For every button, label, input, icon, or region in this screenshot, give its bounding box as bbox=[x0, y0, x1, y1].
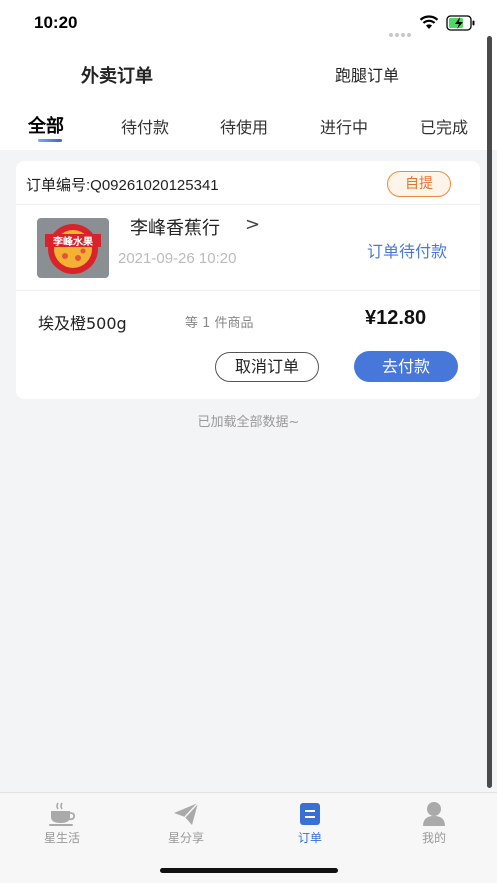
tabbar-item-orders[interactable]: 订单 bbox=[270, 801, 350, 846]
product-name: 埃及橙500g bbox=[38, 314, 127, 333]
tabbar-label-share: 星分享 bbox=[167, 831, 204, 845]
order-type-errand[interactable]: 跑腿订单 bbox=[335, 62, 399, 86]
scrollbar[interactable] bbox=[487, 36, 492, 788]
tab-all[interactable]: 全部 bbox=[28, 112, 64, 138]
signal-icon bbox=[389, 22, 413, 41]
home-indicator bbox=[160, 868, 338, 873]
order-status: 订单待付款 bbox=[367, 242, 448, 261]
status-bar: 10:20 bbox=[0, 0, 497, 48]
tabbar-item-mine[interactable]: 我的 bbox=[394, 801, 474, 846]
tab-completed[interactable]: 已完成 bbox=[420, 114, 468, 138]
order-price: ¥12.80 bbox=[365, 307, 427, 329]
pay-button[interactable]: 去付款 bbox=[354, 351, 458, 382]
user-icon bbox=[423, 802, 445, 826]
active-tab-indicator bbox=[38, 139, 62, 142]
order-header: 外卖订单 跑腿订单 全部 待付款 待使用 进行中 已完成 bbox=[0, 48, 497, 150]
pickup-badge: 自提 bbox=[387, 171, 451, 197]
divider bbox=[16, 204, 480, 205]
tab-in-progress[interactable]: 进行中 bbox=[320, 114, 368, 138]
battery-charging-icon bbox=[446, 15, 475, 31]
list-footer: 已加载全部数据~ bbox=[197, 415, 300, 430]
order-number: 订单编号:Q09261020125341 bbox=[26, 177, 219, 194]
chevron-right-icon[interactable]: > bbox=[245, 214, 260, 235]
store-name[interactable]: 李峰香蕉行 bbox=[130, 214, 220, 240]
product-count: 等 1 件商品 bbox=[185, 316, 254, 331]
paper-plane-icon bbox=[174, 802, 199, 825]
order-list-icon bbox=[300, 803, 320, 825]
tab-pending-payment[interactable]: 待付款 bbox=[121, 114, 169, 138]
tabbar-item-life[interactable]: 星生活 bbox=[22, 801, 102, 846]
cancel-order-button[interactable]: 取消订单 bbox=[215, 352, 319, 382]
order-card[interactable]: 订单编号:Q09261020125341 自提 李峰水果 李峰香蕉行 > 202… bbox=[16, 161, 480, 399]
status-time: 10:20 bbox=[34, 13, 78, 32]
tabbar-item-share[interactable]: 星分享 bbox=[146, 801, 226, 846]
order-type-takeout[interactable]: 外卖订单 bbox=[81, 62, 153, 88]
store-logo-image: 李峰水果 bbox=[37, 218, 109, 278]
store-logo-text: 李峰水果 bbox=[52, 235, 94, 248]
tabbar-label-orders: 订单 bbox=[297, 831, 322, 845]
tabbar-label-mine: 我的 bbox=[421, 831, 446, 845]
wifi-icon bbox=[419, 15, 439, 29]
store-logo[interactable]: 李峰水果 bbox=[37, 218, 109, 278]
coffee-cup-icon bbox=[49, 802, 76, 826]
tab-to-use[interactable]: 待使用 bbox=[220, 114, 268, 138]
tabbar-label-life: 星生活 bbox=[43, 831, 80, 845]
divider bbox=[16, 290, 480, 291]
order-time: 2021-09-26 10:20 bbox=[118, 250, 237, 267]
